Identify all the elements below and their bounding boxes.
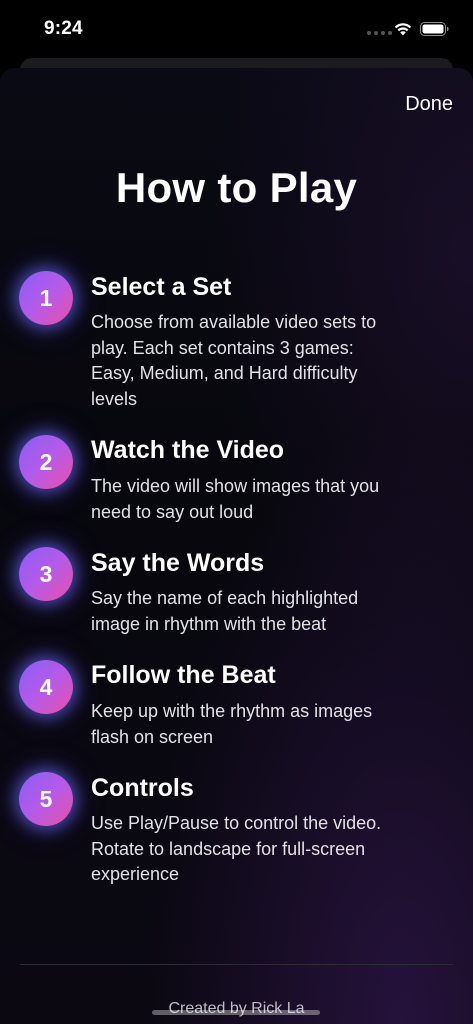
step-description-line: image in rhythm with the beat	[91, 613, 327, 634]
step-description-line: Keep up with the rhythm as images	[91, 701, 373, 721]
page-title: How to Play	[115, 164, 358, 211]
step-description: Keep up with the rhythm as images flash …	[91, 699, 421, 750]
step-title: Follow the Beat	[91, 661, 276, 689]
step-description-line: Use Play/Pause to control the video.	[91, 813, 382, 833]
step-number-badge: 1	[19, 271, 73, 325]
step-title: Say the Words	[91, 549, 265, 577]
cellular-signal-icon	[367, 31, 392, 35]
step-description: Say the name of each highlighted image i…	[91, 586, 421, 637]
step-title: Select a Set	[91, 273, 232, 301]
step-description-line: Easy, Medium, and Hard difficulty	[91, 363, 358, 383]
credit-text: Created by Rick La	[168, 1000, 305, 1017]
wifi-icon	[394, 23, 412, 36]
step-title: Controls	[91, 774, 194, 802]
step-description: Choose from available video sets to play…	[91, 310, 421, 412]
status-bar: 9:24	[0, 0, 473, 58]
battery-icon	[420, 22, 449, 36]
step-number-badge: 2	[19, 435, 73, 489]
step-number-badge: 4	[19, 660, 73, 714]
step-description-line: Choose from available video sets to	[91, 312, 377, 332]
step-description: The video will show images that you need…	[91, 474, 421, 525]
step-description-line: need to say out loud	[91, 501, 254, 522]
step-description-line: Say the name of each highlighted	[91, 588, 359, 608]
footer-divider	[20, 964, 453, 965]
done-button[interactable]: Done	[405, 93, 453, 116]
step-title: Watch the Video	[91, 436, 285, 464]
app-screen: 9:24 Done How to Play 1 Select a Set Cho…	[0, 0, 473, 1024]
step-description: Use Play/Pause to control the video. Rot…	[91, 811, 421, 888]
step-description-line: experience	[91, 864, 180, 884]
step-number-badge: 3	[19, 547, 73, 601]
home-indicator[interactable]	[152, 1010, 320, 1015]
status-time: 9:24	[44, 18, 83, 39]
step-description-line: The video will show images that you	[91, 476, 380, 496]
step-description-line: flash on screen	[91, 726, 214, 747]
step-description-line: levels	[91, 388, 138, 409]
step-number-badge: 5	[19, 772, 73, 826]
how-to-play-sheet: Done How to Play 1 Select a Set Choose f…	[0, 68, 473, 1024]
step-description-line: play. Each set contains 3 games:	[91, 337, 354, 358]
step-description-line: Rotate to landscape for full-screen	[91, 838, 366, 859]
